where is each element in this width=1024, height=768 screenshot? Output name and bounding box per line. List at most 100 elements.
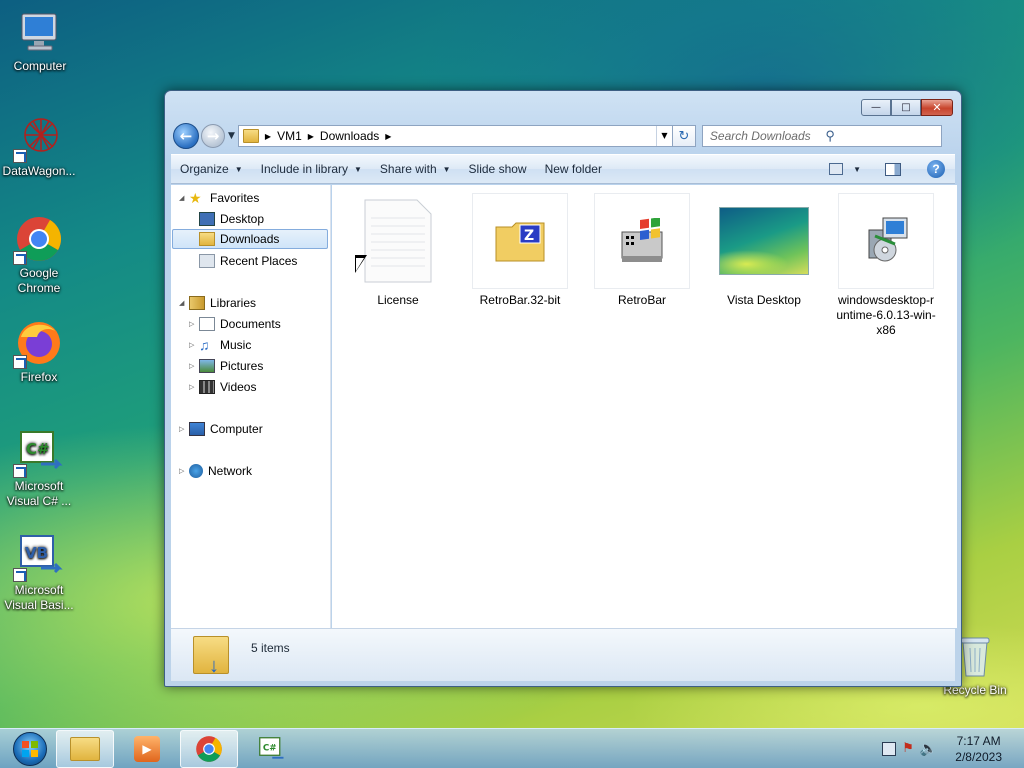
file-item[interactable]: windowsdesktop-runtime-6.0.13-win-x86 bbox=[830, 193, 942, 338]
nav-desktop[interactable]: Desktop bbox=[199, 209, 264, 229]
desktop-icon-visual-basic[interactable]: VB Microsoft Visual Basi... bbox=[2, 532, 76, 613]
address-bar[interactable]: ▶ VM1 ▶ Downloads ▶ ▼ bbox=[237, 125, 673, 147]
nav-pictures-label: Pictures bbox=[220, 359, 264, 373]
desktop-icon-chrome[interactable]: Google Chrome bbox=[2, 215, 76, 296]
desktop-icon-visual-csharp[interactable]: C# Microsoft Visual C# ... bbox=[2, 428, 76, 509]
recent-pages-dropdown[interactable]: ▼ bbox=[228, 131, 235, 141]
address-history-dropdown[interactable]: ▼ bbox=[655, 126, 672, 146]
include-in-library-button[interactable]: Include in library ▼ bbox=[252, 155, 371, 183]
breadcrumb-downloads[interactable]: Downloads bbox=[320, 129, 379, 143]
nav-videos[interactable]: ▷ Videos bbox=[189, 377, 256, 397]
network-icon bbox=[189, 464, 203, 478]
minimize-button[interactable]: — bbox=[861, 99, 891, 116]
chevron-down-icon: ▼ bbox=[354, 164, 362, 174]
desktop-icon-datawagon[interactable]: DataWagon... bbox=[2, 113, 76, 179]
nav-favorites[interactable]: ◢ ★ Favorites bbox=[179, 188, 259, 208]
collapsed-arrow-icon[interactable]: ▷ bbox=[179, 425, 189, 433]
organize-button[interactable]: Organize ▼ bbox=[171, 155, 252, 183]
recent-places-icon bbox=[199, 254, 215, 268]
nav-pictures[interactable]: ▷ Pictures bbox=[189, 356, 263, 376]
collapsed-arrow-icon[interactable]: ▷ bbox=[189, 320, 199, 328]
forward-button[interactable]: → bbox=[201, 124, 225, 148]
collapsed-arrow-icon[interactable]: ▷ bbox=[189, 362, 199, 370]
back-button[interactable]: ← bbox=[173, 123, 199, 149]
view-options-dropdown[interactable]: ▼ bbox=[853, 165, 861, 174]
forward-arrow-icon: → bbox=[206, 127, 220, 145]
search-icon[interactable]: ⚲ bbox=[825, 128, 941, 144]
share-with-button[interactable]: Share with ▼ bbox=[371, 155, 460, 183]
nav-libraries[interactable]: ◢ Libraries bbox=[179, 293, 256, 313]
taskbar-explorer-button[interactable] bbox=[56, 729, 114, 768]
help-icon[interactable]: ? bbox=[927, 160, 945, 178]
windows-logo-icon bbox=[13, 731, 47, 766]
nav-network[interactable]: ▷ Network bbox=[179, 461, 252, 481]
navigation-bar: ← → ▼ ▶ VM1 ▶ Downloads ▶ ▼ ↻ Search Dow… bbox=[173, 122, 953, 150]
share-with-label: Share with bbox=[379, 162, 437, 176]
action-center-warning-icon[interactable]: ⚑ bbox=[902, 741, 914, 756]
collapsed-arrow-icon[interactable]: ▷ bbox=[179, 467, 189, 475]
maximize-button[interactable]: □ bbox=[891, 99, 921, 116]
clock[interactable]: 7:17 AM 2/8/2023 bbox=[955, 733, 1002, 765]
documents-icon bbox=[199, 317, 215, 331]
taskbar: ▶ C# ⚑ 🔈 7:17 AM 2/8/2023 bbox=[0, 728, 1024, 768]
breadcrumb-vm1[interactable]: VM1 bbox=[277, 129, 302, 143]
details-pane: ↓ 5 items bbox=[171, 628, 955, 681]
file-item[interactable]: RetroBar bbox=[586, 193, 698, 308]
nav-music[interactable]: ▷ ♫ Music bbox=[189, 335, 251, 355]
collapsed-arrow-icon[interactable]: ▷ bbox=[189, 383, 199, 391]
nav-documents[interactable]: ▷ Documents bbox=[189, 314, 281, 334]
item-count: 5 items bbox=[251, 641, 290, 655]
file-name: Vista Desktop bbox=[727, 293, 801, 307]
taskbar-visual-csharp-button[interactable]: C# bbox=[242, 730, 300, 768]
videos-icon bbox=[199, 380, 215, 394]
search-input[interactable]: Search Downloads ⚲ bbox=[701, 125, 942, 147]
desktop-icon-computer[interactable]: Computer bbox=[3, 8, 77, 74]
file-name: RetroBar.32-bit bbox=[479, 293, 561, 307]
nav-favorites-label: Favorites bbox=[210, 191, 260, 205]
desktop-icon bbox=[199, 212, 215, 226]
close-button[interactable] bbox=[921, 99, 953, 116]
folder-icon bbox=[242, 129, 259, 143]
back-arrow-icon: ← bbox=[179, 127, 193, 145]
change-view-icon[interactable] bbox=[829, 163, 844, 175]
preview-pane-icon[interactable] bbox=[885, 162, 901, 176]
refresh-button[interactable]: ↻ bbox=[672, 125, 696, 147]
nav-documents-label: Documents bbox=[220, 317, 281, 331]
file-name: License bbox=[377, 293, 419, 307]
expand-arrow-icon[interactable]: ◢ bbox=[179, 299, 189, 307]
file-item[interactable]: Z RetroBar.32-bit bbox=[464, 193, 576, 308]
collapsed-arrow-icon[interactable]: ▷ bbox=[189, 341, 199, 349]
new-folder-button[interactable]: New folder bbox=[536, 155, 611, 183]
nav-downloads[interactable]: Downloads bbox=[172, 229, 328, 249]
breadcrumb-separator-icon[interactable]: ▶ bbox=[385, 132, 391, 141]
computer-icon bbox=[16, 8, 64, 56]
explorer-window: — □ ← → ▼ ▶ VM1 ▶ Downloads ▶ ▼ ↻ Search… bbox=[164, 90, 962, 687]
library-icon bbox=[189, 296, 205, 310]
slide-show-button[interactable]: Slide show bbox=[460, 155, 536, 183]
taskbar-chrome-button[interactable] bbox=[180, 729, 238, 768]
start-button[interactable] bbox=[8, 730, 52, 768]
nav-recent-places-label: Recent Places bbox=[220, 254, 298, 268]
file-item[interactable]: License bbox=[342, 193, 454, 308]
clock-date: 2/8/2023 bbox=[955, 749, 1002, 764]
datawagon-icon bbox=[13, 113, 63, 163]
expand-arrow-icon[interactable]: ◢ bbox=[179, 194, 189, 202]
nav-network-label: Network bbox=[208, 464, 253, 478]
nav-music-label: Music bbox=[220, 338, 252, 352]
breadcrumb-separator-icon[interactable]: ▶ bbox=[308, 132, 314, 141]
volume-icon[interactable]: 🔈 bbox=[920, 741, 937, 757]
window-controls: — □ bbox=[861, 99, 953, 116]
chrome-icon bbox=[196, 735, 222, 762]
nav-computer-label: Computer bbox=[210, 422, 263, 436]
file-name: windowsdesktop-runtime-6.0.13-win-x86 bbox=[836, 293, 936, 337]
network-status-icon[interactable] bbox=[882, 741, 897, 756]
file-item[interactable]: Vista Desktop bbox=[708, 193, 820, 308]
nav-recent-places[interactable]: Recent Places bbox=[199, 251, 297, 271]
zip-folder-icon: Z bbox=[472, 193, 568, 289]
chrome-icon bbox=[13, 215, 63, 265]
nav-computer[interactable]: ▷ Computer bbox=[179, 419, 263, 439]
breadcrumb-separator-icon[interactable]: ▶ bbox=[265, 132, 271, 141]
desktop-icon-firefox[interactable]: Firefox bbox=[2, 319, 76, 385]
taskbar-media-player-button[interactable]: ▶ bbox=[118, 730, 176, 768]
desktop-icon-label: Google Chrome bbox=[17, 266, 61, 295]
